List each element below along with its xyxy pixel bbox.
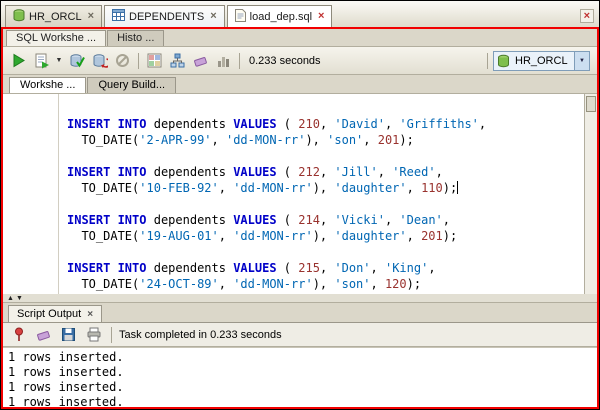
worksheet-toolbar: ▼ 0.233 seconds HR_ORCL ▼ bbox=[3, 47, 597, 75]
code-line: INSERT INTO dependents VALUES ( 215, 'Do… bbox=[67, 261, 436, 275]
task-status-label: Task completed in 0.233 seconds bbox=[119, 328, 282, 341]
tabstrip-close-icon[interactable]: × bbox=[579, 9, 594, 23]
toolbar-separator bbox=[111, 326, 112, 343]
table-icon bbox=[112, 9, 126, 24]
clear-output-icon[interactable] bbox=[33, 324, 54, 345]
clear-icon[interactable] bbox=[190, 50, 211, 71]
code-line: INSERT INTO dependents VALUES ( 210, 'Da… bbox=[67, 117, 487, 131]
close-icon[interactable]: × bbox=[88, 11, 94, 22]
code-line: INSERT INTO dependents VALUES ( 214, 'Vi… bbox=[67, 213, 451, 227]
sql-editor: INSERT INTO dependents VALUES ( 210, 'Da… bbox=[3, 94, 597, 294]
close-icon[interactable]: × bbox=[210, 11, 216, 22]
rollback-icon[interactable] bbox=[89, 50, 110, 71]
code-line: INSERT INTO dependents VALUES ( 212, 'Ji… bbox=[67, 165, 443, 179]
chevron-down-icon[interactable]: ▼ bbox=[574, 51, 589, 70]
connection-icon bbox=[494, 52, 512, 70]
sql-developer-window: HR_ORCL × DEPENDENTS × load_dep.sql × × … bbox=[0, 0, 600, 410]
script-output-tabbar: Script Output × bbox=[3, 303, 597, 323]
doc-tab-dependents[interactable]: DEPENDENTS × bbox=[104, 5, 225, 27]
doc-tab-load-dep-sql[interactable]: load_dep.sql × bbox=[226, 5, 333, 27]
tab-worksheet[interactable]: Workshe ... bbox=[9, 77, 87, 93]
output-line: 1 rows inserted. bbox=[8, 380, 124, 394]
cancel-icon[interactable] bbox=[112, 50, 133, 71]
output-area: 1 rows inserted. 1 rows inserted. 1 rows i… bbox=[3, 347, 597, 407]
code-line: TO_DATE('10-FEB-92', 'dd-MON-rr'), 'daug… bbox=[81, 181, 459, 195]
connection-name: HR_ORCL bbox=[515, 54, 568, 67]
sql-history-icon[interactable] bbox=[144, 50, 165, 71]
database-connection-icon bbox=[13, 8, 25, 25]
script-output-toolbar: Task completed in 0.233 seconds bbox=[3, 323, 597, 347]
execution-time-label: 0.233 seconds bbox=[249, 54, 321, 67]
editor-subtabbar: Workshe ... Query Build... bbox=[3, 75, 597, 94]
editor-gutter bbox=[3, 94, 59, 294]
collapse-up-icon[interactable]: ▲ bbox=[7, 295, 14, 302]
tab-label: Script Output bbox=[17, 308, 82, 320]
toolbar-separator bbox=[138, 52, 139, 69]
close-icon[interactable]: × bbox=[87, 309, 93, 320]
doc-tab-hr-orcl[interactable]: HR_ORCL × bbox=[5, 5, 103, 27]
pane-splitter[interactable]: ▲ ▼ bbox=[3, 294, 597, 303]
tab-label: DEPENDENTS bbox=[129, 10, 205, 23]
explain-plan-icon[interactable] bbox=[167, 50, 188, 71]
code-line: TO_DATE('19-AUG-01', 'dd-MON-rr'), 'daug… bbox=[81, 229, 458, 243]
close-icon[interactable]: × bbox=[318, 11, 324, 22]
commit-icon[interactable] bbox=[66, 50, 87, 71]
code-line: TO_DATE('24-OCT-89', 'dd-MON-rr'), 'son'… bbox=[81, 277, 422, 291]
sql-worksheet-panel: SQL Workshe ... Histo ... ▼ 0.233 second… bbox=[1, 27, 599, 409]
worksheet-tabbar: SQL Workshe ... Histo ... bbox=[3, 29, 597, 47]
editor-scrollbar[interactable] bbox=[584, 94, 597, 294]
print-icon[interactable] bbox=[83, 324, 104, 345]
scrollbar-thumb[interactable] bbox=[586, 96, 596, 112]
tab-sql-worksheet[interactable]: SQL Workshe ... bbox=[6, 30, 107, 46]
document-tabbar: HR_ORCL × DEPENDENTS × load_dep.sql × × bbox=[1, 1, 599, 27]
run-statement-icon[interactable] bbox=[8, 50, 29, 71]
output-line: 1 rows inserted. bbox=[8, 395, 124, 407]
pin-icon[interactable] bbox=[8, 324, 29, 345]
save-icon[interactable] bbox=[58, 324, 79, 345]
tab-script-output[interactable]: Script Output × bbox=[8, 305, 103, 322]
run-dropdown-arrow-icon[interactable]: ▼ bbox=[54, 50, 64, 71]
code-line: TO_DATE('2-APR-99', 'dd-MON-rr'), 'son',… bbox=[81, 133, 414, 147]
toolbar-separator bbox=[239, 52, 240, 69]
output-line: 1 rows inserted. bbox=[8, 350, 124, 364]
tab-label: load_dep.sql bbox=[249, 10, 313, 23]
tab-label: HR_ORCL bbox=[29, 10, 82, 23]
sql-file-icon bbox=[234, 8, 246, 25]
output-line: 1 rows inserted. bbox=[8, 365, 124, 379]
toolbar-separator bbox=[487, 52, 488, 69]
code-area[interactable]: INSERT INTO dependents VALUES ( 210, 'Da… bbox=[59, 94, 584, 294]
tab-history[interactable]: Histo ... bbox=[107, 30, 165, 46]
tab-query-builder[interactable]: Query Build... bbox=[87, 77, 177, 93]
collapse-down-icon[interactable]: ▼ bbox=[16, 295, 23, 302]
statistics-icon[interactable] bbox=[213, 50, 234, 71]
run-script-icon[interactable] bbox=[31, 50, 52, 71]
connection-selector[interactable]: HR_ORCL ▼ bbox=[493, 50, 590, 71]
